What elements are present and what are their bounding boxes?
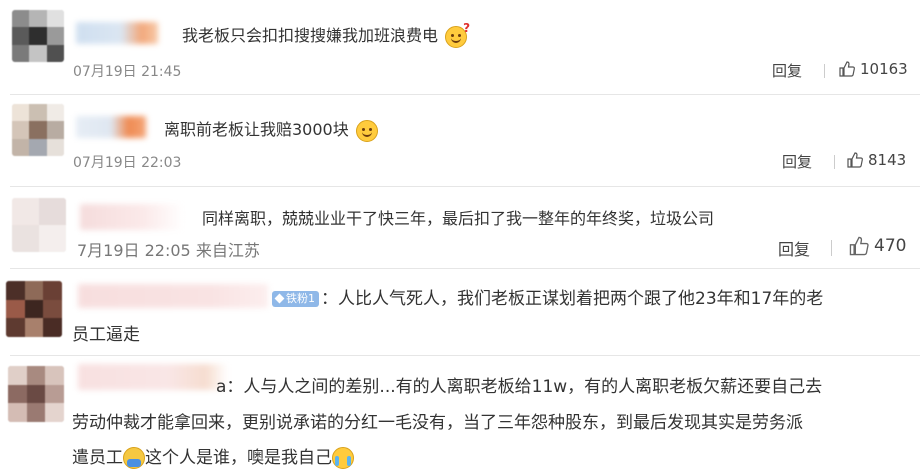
like-count: 8143 (868, 151, 907, 169)
thumbs-up-icon (847, 152, 863, 168)
comment-text-line: 遣员工 这个人是谁，噢是我自己 (72, 443, 354, 469)
comment-text-line: 员工逼走 (72, 325, 140, 345)
thinking-face-emoji: ? (445, 21, 470, 48)
fan-badge[interactable]: 铁粉1 (272, 291, 319, 307)
divider (10, 186, 920, 187)
comment-text-line: 劳动仲裁才能拿回来，更别说承诺的分红一毛没有，当了三年怨种股东，到最后发现其实是… (72, 413, 803, 433)
separator (834, 155, 835, 169)
divider (10, 94, 920, 95)
comment-text: a：人与人之间的差别...有的人离职老板给11w，有的人离职老板欠薪还要自己去 (216, 377, 823, 397)
like-button[interactable]: 8143 (846, 151, 906, 169)
comment-text: 铁粉1 ：人比人气死人，我们老板正谋划着把两个跟了他23年和17年的老 (272, 284, 823, 309)
avatar[interactable] (12, 10, 64, 62)
separator (824, 64, 825, 78)
thumbs-up-icon (839, 61, 855, 77)
like-count: 470 (874, 236, 907, 256)
reply-button[interactable]: 回复 (772, 60, 802, 81)
comment-time: 7月19日 22:05 来自江苏 (77, 241, 260, 260)
comment-text: 离职前老板让我赔3000块 (164, 116, 378, 142)
username[interactable] (80, 204, 184, 230)
crying-emoji (332, 447, 354, 469)
reply-button[interactable]: 回复 (778, 236, 810, 260)
username[interactable] (78, 364, 228, 390)
divider (10, 355, 920, 356)
avatar[interactable] (6, 281, 62, 337)
username[interactable] (76, 22, 158, 44)
like-count: 10163 (860, 60, 908, 78)
smile-emoji (355, 119, 378, 142)
like-button[interactable]: 470 (848, 235, 906, 257)
like-button[interactable]: 10163 (838, 60, 908, 78)
comment-time: 07月19日 22:03 (73, 155, 182, 171)
hug-emoji (123, 447, 145, 469)
comment-text: 我老板只会扣扣搜搜嫌我加班浪费电 ? (182, 21, 470, 48)
comment-time: 07月19日 21:45 (73, 64, 182, 80)
avatar[interactable] (12, 198, 66, 252)
comment-text: 同样离职，兢兢业业干了快三年，最后扣了我一整年的年终奖，垃圾公司 (202, 209, 715, 228)
reply-button[interactable]: 回复 (782, 151, 812, 172)
username[interactable] (78, 284, 268, 308)
username[interactable] (76, 116, 146, 138)
thumbs-up-icon (849, 236, 869, 256)
separator (831, 240, 832, 256)
avatar[interactable] (12, 104, 64, 156)
divider (10, 268, 920, 269)
avatar[interactable] (8, 366, 64, 422)
diamond-icon (274, 293, 285, 303)
